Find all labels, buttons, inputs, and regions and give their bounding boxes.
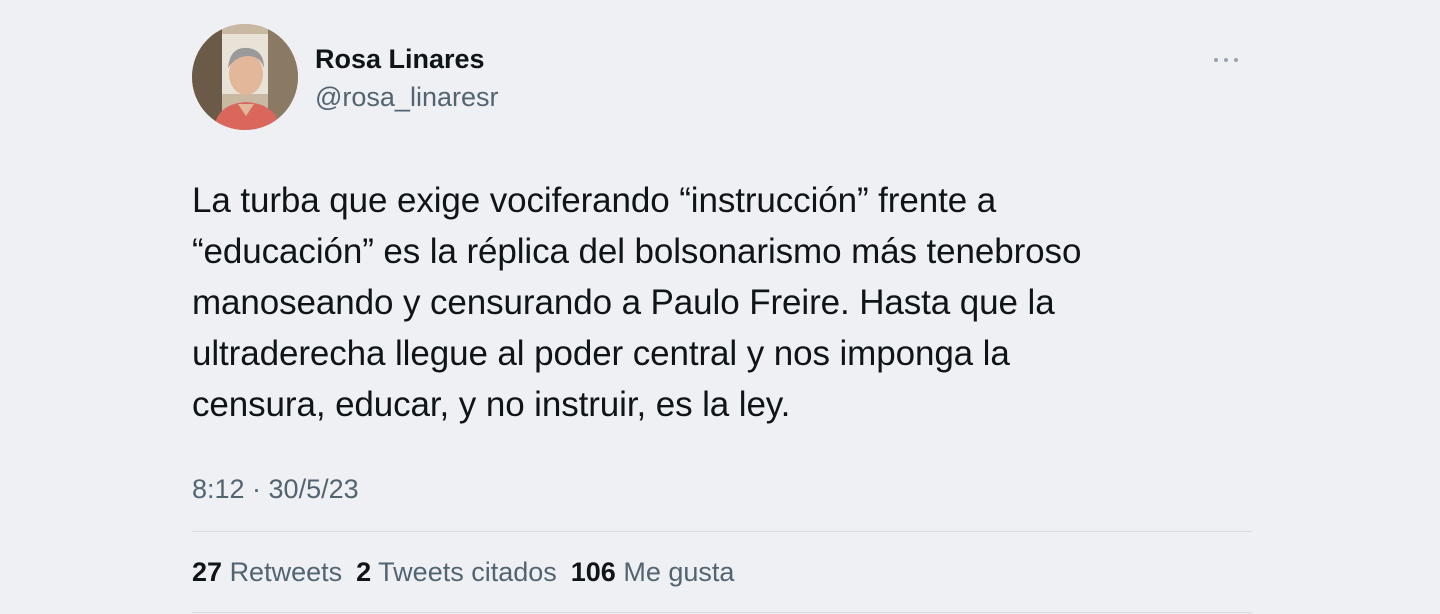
author-block: Rosa Linares @rosa_linaresr (315, 40, 498, 116)
engagement-stats: 27 Retweets 2 Tweets citados 106 Me gust… (192, 553, 734, 591)
more-icon[interactable] (1214, 52, 1238, 68)
quote-tweets-stat[interactable]: 2 Tweets citados (356, 553, 557, 591)
more-icon-dot (1214, 58, 1218, 62)
more-icon-dot (1224, 58, 1228, 62)
tweet-text-line: manoseando y censurando a Paulo Freire. … (192, 283, 1055, 322)
tweet-timestamp[interactable]: 8:12 · 30/5/23 (192, 470, 359, 508)
avatar-photo (192, 24, 298, 130)
author-display-name[interactable]: Rosa Linares (315, 40, 498, 78)
divider (192, 531, 1252, 532)
likes-label: Me gusta (623, 557, 735, 587)
tweet-text-line: La turba que exige vociferando “instrucc… (192, 181, 997, 220)
tweet-text-line: censura, educar, y no instruir, es la le… (192, 385, 791, 424)
quote-tweets-label: Tweets citados (378, 557, 557, 587)
retweets-label: Retweets (229, 557, 343, 587)
tweet-text: La turba que exige vociferando “instrucc… (192, 175, 1252, 430)
tweet-text-line: “educación” es la réplica del bolsonaris… (192, 232, 1082, 271)
tweet-text-line: ultraderecha llegue al poder central y n… (192, 334, 1010, 373)
author-handle[interactable]: @rosa_linaresr (315, 78, 498, 116)
tweet-card: Rosa Linares @rosa_linaresr La turba que… (192, 0, 1252, 614)
avatar[interactable] (192, 24, 298, 130)
likes-count: 106 (570, 557, 616, 587)
retweets-stat[interactable]: 27 Retweets (192, 553, 342, 591)
more-icon-dot (1234, 58, 1238, 62)
retweets-count: 27 (192, 557, 223, 587)
quote-tweets-count: 2 (356, 557, 372, 587)
timestamp-link[interactable]: 8:12 · 30/5/23 (192, 474, 359, 504)
divider (192, 612, 1252, 613)
likes-stat[interactable]: 106 Me gusta (571, 553, 735, 591)
